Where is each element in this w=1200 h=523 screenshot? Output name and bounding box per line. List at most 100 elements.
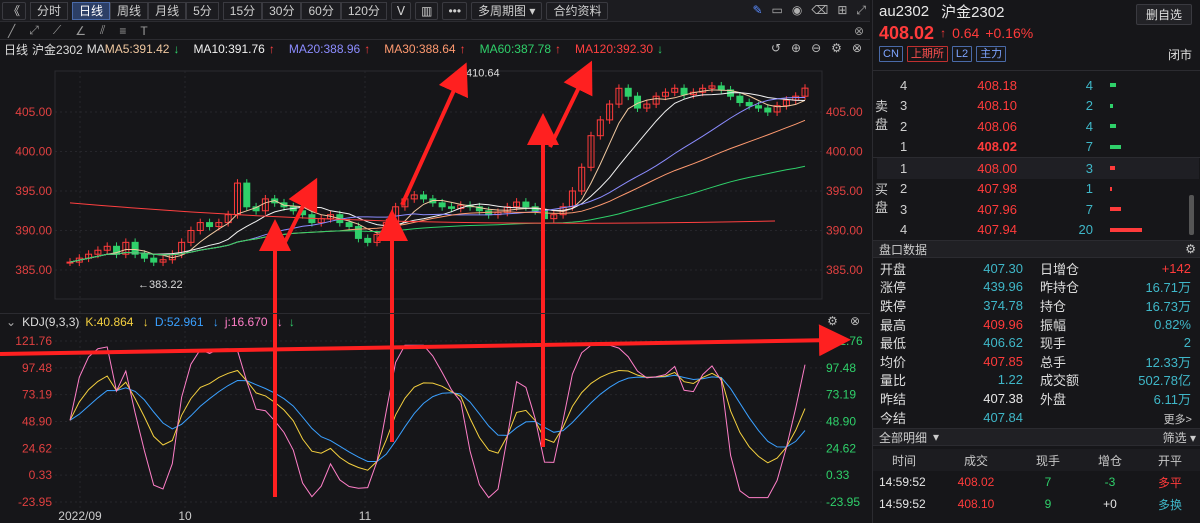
bid-row[interactable]: 4 407.94 20: [877, 220, 1199, 241]
expand-icon[interactable]: ⌄: [6, 315, 16, 329]
angle-tool-icon[interactable]: ∠: [75, 24, 86, 38]
close-drawbar-icon[interactable]: ⊗: [854, 24, 864, 38]
candle-body: [345, 222, 353, 228]
legend-period: 日线: [4, 42, 29, 57]
stat-value: 6.11万: [1153, 391, 1191, 407]
multi-period-button[interactable]: 多周期图 ▾: [471, 1, 543, 20]
price-chart[interactable]: 405.00 405.00 400.00 400.00 395.00 395.00 390.…: [0, 57, 870, 523]
polyline-tool-icon[interactable]: ⟋: [53, 23, 61, 38]
stat-row: 今结 407.84: [873, 408, 1200, 427]
ma-value-1: MA10:391.76 ↑: [193, 42, 275, 56]
panel-data-header: 盘口数据 ⚙: [873, 240, 1200, 258]
stat-row: 最高 409.96 振幅 0.82%: [873, 315, 1200, 334]
fullscreen-icon[interactable]: ⤢: [856, 3, 866, 18]
period-tab-0[interactable]: 分时: [30, 1, 69, 20]
ma-value-0: MA5:391.42 ↓: [104, 42, 180, 56]
price: 408.10: [977, 98, 1017, 114]
detail-dropdown-icon[interactable]: ▾: [933, 430, 939, 444]
stat-label: 日增仓: [1040, 261, 1080, 277]
ask-row[interactable]: 1 408.02 7: [877, 137, 1199, 158]
settings-icon[interactable]: ⚙: [831, 41, 842, 55]
trades-header: 时间 成交 现手 增仓 开平: [873, 449, 1200, 471]
trades-col-header: 增仓: [1097, 453, 1122, 468]
more-button[interactable]: •••: [442, 1, 468, 20]
orderbook-scrollbar[interactable]: [1189, 195, 1194, 235]
trade-cell: 多平: [1157, 475, 1182, 490]
stat-value: +142: [1161, 260, 1191, 276]
time-tick: 11: [359, 509, 372, 523]
filter-button[interactable]: 筛选 ▾: [1163, 429, 1196, 446]
period-tab-4[interactable]: 5分: [186, 1, 219, 20]
window-icon[interactable]: ▭: [772, 3, 783, 18]
parallel-tool-icon[interactable]: ⫽: [100, 23, 105, 38]
trades-col-header: 开平: [1157, 453, 1182, 468]
kdj-settings-icon[interactable]: ⚙: [827, 314, 838, 328]
stat-label: 量比: [880, 373, 907, 389]
high-label: ←410.64: [455, 67, 500, 79]
chart-type-icon[interactable]: ▥: [415, 1, 439, 20]
bid-row[interactable]: 3 407.96 7: [877, 199, 1199, 220]
text-tool-icon[interactable]: T: [140, 24, 147, 38]
stat-value: 439.96: [983, 279, 1023, 295]
trade-row: 14:59:52 408.10 9 +0 多换: [873, 493, 1200, 515]
zoom-out-icon[interactable]: ⊖: [811, 41, 821, 55]
ray-tool-icon[interactable]: ⤢: [29, 23, 39, 38]
ma-values: MA5:391.42 ↓ MA10:391.76 ↑ MA20:388.96 ↑ MA30:…: [105, 42, 671, 56]
price: 407.98: [977, 181, 1017, 197]
stat-row: 开盘 407.30 日增仓 +142: [873, 259, 1200, 278]
up-arrow-icon: ↑: [940, 26, 947, 40]
stat-value: 0.82%: [1154, 316, 1191, 332]
bid-row[interactable]: 2 407.98 1: [877, 179, 1199, 200]
period-tab-3[interactable]: 月线: [148, 1, 187, 20]
more-link[interactable]: 更多>: [1164, 411, 1192, 427]
period-tab-5[interactable]: 15分: [222, 1, 263, 20]
back-button[interactable]: 《: [2, 1, 27, 20]
price-tick-right: 385.00: [826, 263, 863, 277]
eraser-icon[interactable]: ⌫: [811, 3, 828, 18]
period-tab-1[interactable]: 日线: [72, 1, 111, 20]
tag-main: 主力: [976, 46, 1007, 62]
period-tab-6[interactable]: 30分: [262, 1, 302, 20]
grid-icon[interactable]: ⊞: [837, 3, 847, 18]
kdj-tick-right: 73.19: [826, 388, 856, 402]
close-icon[interactable]: ⊗: [852, 41, 862, 55]
detail-title[interactable]: 全部明细: [879, 429, 927, 446]
stat-value: 407.85: [983, 353, 1023, 369]
stat-label: 持仓: [1040, 298, 1067, 314]
tag-cn: CN: [879, 46, 903, 62]
stat-label: 开盘: [880, 261, 907, 277]
ask-row[interactable]: 4 408.18 4: [877, 75, 1199, 96]
contract-info-button[interactable]: 合约资料: [546, 1, 609, 20]
contract-code: au2302: [879, 2, 930, 20]
candle-body: [745, 102, 753, 107]
refresh-icon[interactable]: ↺: [771, 41, 781, 55]
period-tab-7[interactable]: 60分: [301, 1, 341, 20]
kdj-tick-left: 48.90: [22, 415, 52, 429]
camera-icon[interactable]: ◉: [792, 3, 802, 18]
candle-body: [354, 226, 362, 239]
period-tab-2[interactable]: 周线: [110, 1, 149, 20]
stat-label: 跌停: [880, 298, 907, 314]
tag-exchange: 上期所: [906, 46, 948, 62]
zoom-in-icon[interactable]: ⊕: [791, 41, 801, 55]
ask-row[interactable]: 3 408.10 2: [877, 96, 1199, 117]
period-tab-8[interactable]: 120分: [340, 1, 387, 20]
draw-pen-icon[interactable]: ✎: [752, 3, 762, 18]
candle-body: [243, 182, 251, 208]
indicator-icon[interactable]: Ⅴ: [390, 1, 412, 20]
ma-value-5: MA120:392.30 ↓: [575, 42, 664, 56]
stat-row: 均价 407.85 总手 12.33万: [873, 352, 1200, 371]
bid-row[interactable]: 1 408.00 3: [877, 158, 1199, 179]
panel-settings-icon[interactable]: ⚙: [1185, 242, 1196, 256]
kdj-k-line: [69, 369, 806, 471]
ask-row[interactable]: 2 408.06 4: [877, 116, 1199, 137]
time-tick: 10: [178, 509, 192, 523]
trade-cell: 14:59:52: [879, 497, 926, 511]
remove-watchlist-button[interactable]: 删自选: [1135, 4, 1192, 25]
line-tool-icon[interactable]: ╱: [8, 24, 15, 38]
ma-value-2: MA20:388.96 ↑: [288, 42, 371, 56]
fib-tool-icon[interactable]: ≡: [119, 24, 126, 38]
kdj-close-icon[interactable]: ⊗: [850, 314, 860, 328]
annotation-arrow: [400, 62, 468, 206]
depth-bar: [1110, 103, 1113, 108]
